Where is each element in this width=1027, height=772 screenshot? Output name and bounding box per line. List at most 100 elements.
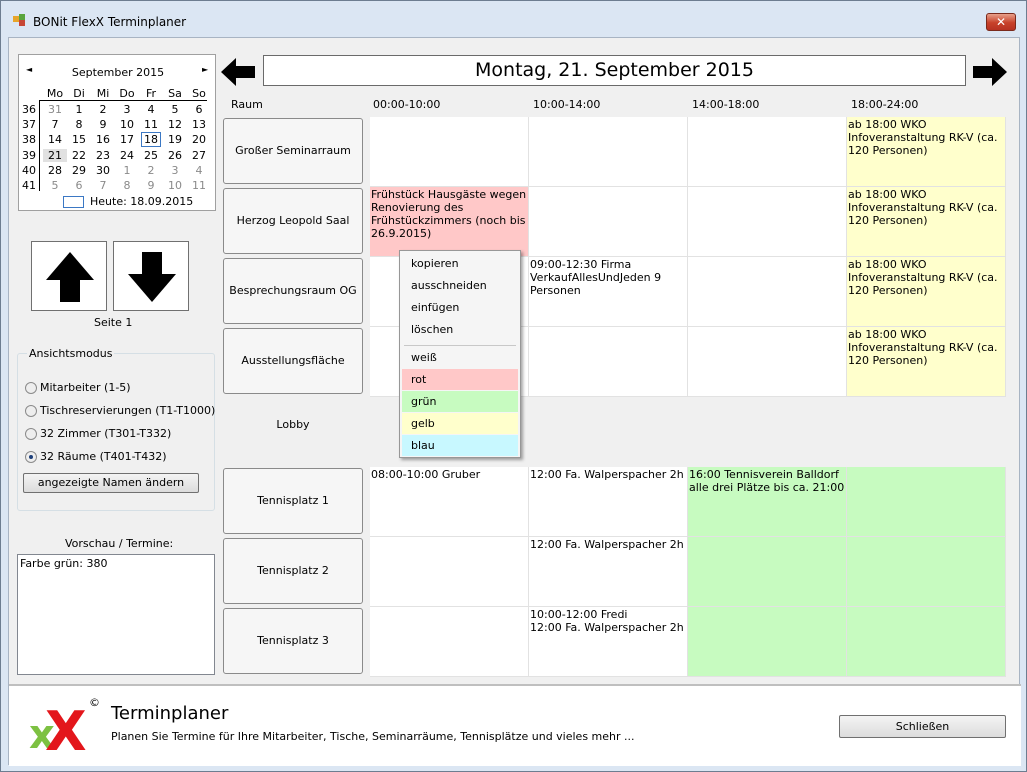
schedule-cell[interactable]	[529, 187, 688, 257]
page-down-button[interactable]	[113, 241, 189, 311]
room-button[interactable]: Großer Seminarraum	[223, 118, 363, 184]
schedule-cell[interactable]	[688, 537, 847, 607]
calendar-day[interactable]: 24	[115, 149, 139, 162]
previous-day-icon[interactable]	[221, 58, 255, 86]
calendar-day[interactable]: 9	[139, 179, 163, 192]
page-up-button[interactable]	[31, 241, 107, 311]
schedule-cell[interactable]	[370, 537, 529, 607]
calendar-day[interactable]: 7	[43, 118, 67, 131]
schedule-cell[interactable]	[370, 607, 529, 677]
schedule-cell[interactable]	[688, 327, 847, 397]
calendar-day[interactable]: 5	[163, 103, 187, 116]
calendar-day[interactable]: 1	[115, 164, 139, 177]
schedule-cell[interactable]: 08:00-10:00 Gruber	[370, 467, 529, 537]
schedule-cell[interactable]: 09:00-12:30 Firma VerkaufAllesUndJeden 9…	[529, 257, 688, 327]
room-button[interactable]: Herzog Leopold Saal	[223, 188, 363, 254]
radio-circle[interactable]	[25, 405, 37, 417]
calendar-day[interactable]: 25	[139, 149, 163, 162]
calendar-day[interactable]: 7	[91, 179, 115, 192]
radio-circle[interactable]	[25, 428, 37, 440]
schedule-cell[interactable]	[529, 117, 688, 187]
schedule-cell[interactable]: ab 18:00 WKO Infoveranstaltung RK-V (ca.…	[847, 117, 1006, 187]
calendar-day[interactable]: 28	[43, 164, 67, 177]
calendar-day[interactable]: 10	[115, 118, 139, 131]
menu-item[interactable]: grün	[402, 391, 518, 412]
calendar-day[interactable]: 8	[67, 118, 91, 131]
calendar-day[interactable]: 12	[163, 118, 187, 131]
calendar-day[interactable]: 22	[67, 149, 91, 162]
calendar-day[interactable]: 9	[91, 118, 115, 131]
calendar-day[interactable]: 4	[187, 164, 211, 177]
room-button[interactable]: Tennisplatz 1	[223, 468, 363, 534]
next-day-icon[interactable]	[973, 58, 1007, 86]
schedule-cell[interactable]: 12:00 Fa. Walperspacher 2h	[529, 467, 688, 537]
calendar-day[interactable]: 31	[43, 103, 67, 116]
calendar-day[interactable]: 15	[67, 133, 91, 146]
menu-item[interactable]: einfügen	[402, 297, 518, 318]
preview-textbox[interactable]: Farbe grün: 380	[17, 554, 215, 675]
calendar-day[interactable]: 16	[91, 133, 115, 146]
schedule-cell[interactable]	[688, 117, 847, 187]
schedule-cell[interactable]: ab 18:00 WKO Infoveranstaltung RK-V (ca.…	[847, 327, 1006, 397]
radio-circle[interactable]	[25, 382, 37, 394]
title-bar[interactable]: BONit FlexX Terminplaner ✕	[1, 1, 1026, 31]
calendar-day[interactable]: 3	[163, 164, 187, 177]
schedule-cell[interactable]: Frühstück Hausgäste wegen Renovierung de…	[370, 187, 529, 257]
calendar-day[interactable]: 6	[187, 103, 211, 116]
calendar-day[interactable]: 5	[43, 179, 67, 192]
calendar-day[interactable]: 26	[163, 149, 187, 162]
calendar-day[interactable]: 20	[187, 133, 211, 146]
menu-item[interactable]: blau	[402, 435, 518, 456]
radio-circle-selected[interactable]	[25, 451, 37, 463]
calendar-day[interactable]: 8	[115, 179, 139, 192]
calendar-day[interactable]: 30	[91, 164, 115, 177]
month-calendar[interactable]: ◄ September 2015 ► Heute: 18.09.2015 Mo D…	[18, 54, 216, 211]
schedule-cell[interactable]	[847, 467, 1006, 537]
calendar-day[interactable]: 13	[187, 118, 211, 131]
room-button[interactable]: Tennisplatz 3	[223, 608, 363, 674]
schedule-cell[interactable]	[529, 327, 688, 397]
schedule-cell[interactable]	[688, 187, 847, 257]
schedule-cell[interactable]: ab 18:00 WKO Infoveranstaltung RK-V (ca.…	[847, 187, 1006, 257]
schedule-cell[interactable]: 12:00 Fa. Walperspacher 2h	[529, 537, 688, 607]
calendar-day[interactable]: 14	[43, 133, 67, 146]
calendar-day[interactable]: 1	[67, 103, 91, 116]
schedule-cell[interactable]	[847, 607, 1006, 677]
schedule-cell[interactable]	[688, 257, 847, 327]
calendar-today-label[interactable]: Heute: 18.09.2015	[90, 195, 193, 208]
close-button[interactable]: Schließen	[839, 715, 1006, 738]
room-button[interactable]: Tennisplatz 2	[223, 538, 363, 604]
calendar-day[interactable]: 23	[91, 149, 115, 162]
window-close-button[interactable]: ✕	[986, 13, 1016, 31]
calendar-next-icon[interactable]: ►	[202, 65, 208, 74]
menu-item[interactable]: gelb	[402, 413, 518, 434]
schedule-cell[interactable]	[370, 117, 529, 187]
calendar-day[interactable]: 17	[115, 133, 139, 146]
rename-names-button[interactable]: angezeigte Namen ändern	[23, 473, 199, 493]
menu-item[interactable]: rot	[402, 369, 518, 390]
schedule-cell[interactable]	[688, 607, 847, 677]
calendar-day[interactable]: 11	[187, 179, 211, 192]
menu-item[interactable]: löschen	[402, 319, 518, 340]
calendar-day[interactable]: 29	[67, 164, 91, 177]
calendar-day[interactable]: 27	[187, 149, 211, 162]
calendar-day[interactable]: 19	[163, 133, 187, 146]
schedule-cell[interactable]: 10:00-12:00 Fredi 12:00 Fa. Walperspache…	[529, 607, 688, 677]
calendar-day[interactable]: 3	[115, 103, 139, 116]
menu-item[interactable]: weiß	[402, 347, 518, 368]
calendar-day[interactable]: 6	[67, 179, 91, 192]
calendar-day[interactable]: 4	[139, 103, 163, 116]
calendar-day[interactable]: 2	[91, 103, 115, 116]
room-button[interactable]: Besprechungsraum OG	[223, 258, 363, 324]
calendar-day[interactable]: 2	[139, 164, 163, 177]
schedule-cell[interactable]	[847, 537, 1006, 607]
calendar-day[interactable]: 21	[43, 148, 67, 162]
calendar-day[interactable]: 18	[139, 133, 163, 146]
schedule-cell[interactable]: 16:00 Tennisverein Balldorf alle drei Pl…	[688, 467, 847, 537]
calendar-day[interactable]: 11	[139, 118, 163, 131]
schedule-cell[interactable]: ab 18:00 WKO Infoveranstaltung RK-V (ca.…	[847, 257, 1006, 327]
menu-item[interactable]: ausschneiden	[402, 275, 518, 296]
calendar-day[interactable]: 10	[163, 179, 187, 192]
room-button[interactable]: Ausstellungsfläche Lobby	[223, 328, 363, 431]
menu-item[interactable]: kopieren	[402, 253, 518, 274]
